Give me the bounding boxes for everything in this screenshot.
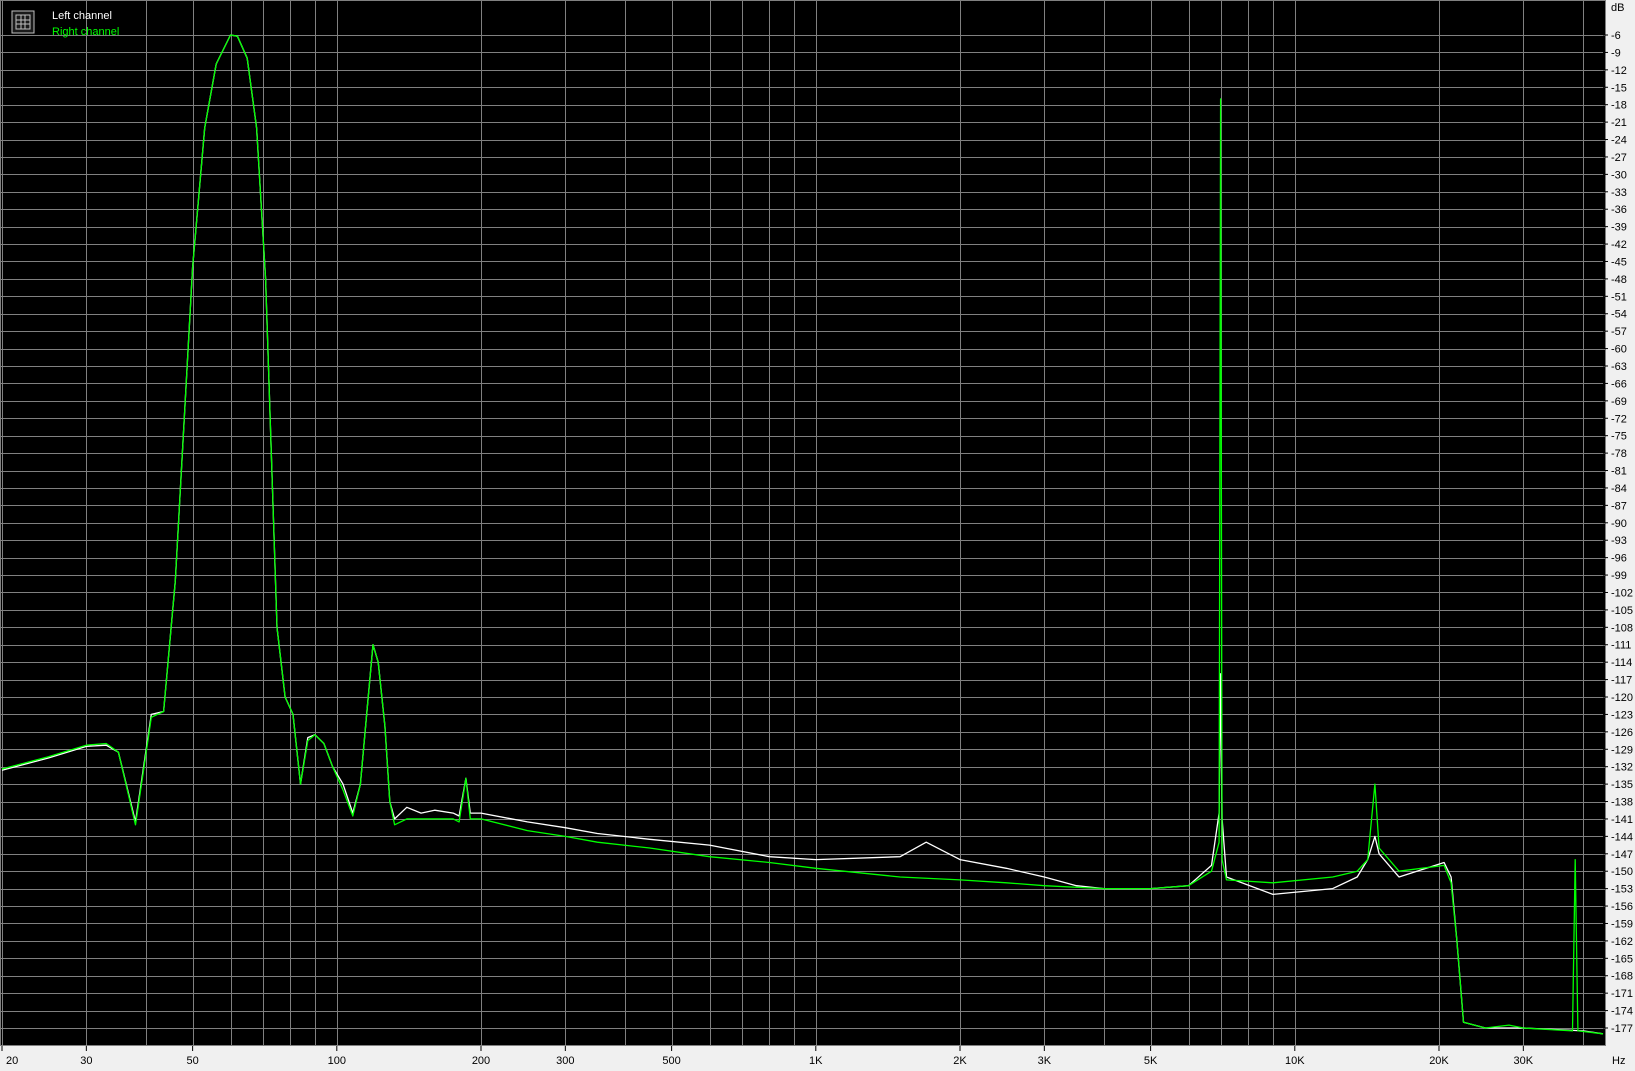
y-tick-label: -171 (1611, 988, 1633, 1000)
y-tick-label: -138 (1611, 797, 1633, 809)
y-tick-label: -108 (1611, 622, 1633, 634)
y-tick-label: -42 (1611, 239, 1627, 251)
y-tick-label: -54 (1611, 309, 1627, 321)
y-tick-label: -66 (1611, 378, 1627, 390)
y-tick-label: -75 (1611, 431, 1627, 443)
y-tick-label: -111 (1611, 640, 1631, 652)
x-tick-label: 50 (186, 1055, 198, 1067)
y-unit-label: dB (1611, 2, 1624, 14)
y-tick-label: -144 (1611, 831, 1633, 843)
x-tick-label: 100 (328, 1055, 346, 1067)
y-tick-label: -24 (1611, 135, 1627, 147)
x-tick-label: 3K (1038, 1055, 1052, 1067)
y-tick-label: -117 (1611, 675, 1632, 687)
y-tick-label: -168 (1611, 971, 1633, 983)
spectrum-chart: -6 -9 -12 -15 -18 -21 -24 -27 -30 -33 -36 -39 -42 -45… (0, 0, 1633, 1067)
y-tick-label: -150 (1611, 866, 1633, 878)
y-tick-label: -132 (1611, 762, 1633, 774)
y-tick-label: -9 (1611, 47, 1621, 59)
x-tick-label: 2K (953, 1055, 967, 1067)
x-tick-label: 200 (472, 1055, 490, 1067)
x-tick-label: 20K (1429, 1055, 1449, 1067)
y-tick-label: -15 (1611, 82, 1627, 94)
y-tick-label: -135 (1611, 779, 1633, 791)
x-unit-label: Hz (1612, 1055, 1625, 1067)
y-tick-label: -39 (1611, 222, 1627, 234)
y-tick-label: -123 (1611, 709, 1633, 721)
y-tick-label: -33 (1611, 187, 1627, 199)
x-tick-label: 30K (1514, 1055, 1534, 1067)
legend-entry-right-channel: Right channel (52, 26, 119, 38)
y-tick-label: -57 (1611, 326, 1627, 338)
x-tick-label: 500 (662, 1055, 680, 1067)
x-tick-label: 5K (1144, 1055, 1158, 1067)
x-axis: 20 30 50 100 200 300 500 1K 2K 3K 5K 10K 20K 30K (1, 1046, 1534, 1067)
y-tick-label: -69 (1611, 396, 1627, 408)
y-tick-label: -102 (1611, 587, 1633, 599)
y-tick-label: -48 (1611, 274, 1627, 286)
y-tick-label: -105 (1611, 605, 1633, 617)
x-tick-label: 300 (556, 1055, 574, 1067)
y-tick-label: -114 (1611, 657, 1632, 669)
y-tick-label: -51 (1611, 291, 1627, 303)
y-tick-label: -60 (1611, 344, 1627, 356)
x-tick-label: 20 (6, 1055, 18, 1067)
y-tick-label: -78 (1611, 448, 1627, 460)
y-tick-label: -129 (1611, 744, 1633, 756)
y-tick-label: -177 (1611, 1023, 1633, 1035)
y-tick-label: -12 (1611, 65, 1627, 77)
x-tick-label: 1K (809, 1055, 823, 1067)
y-tick-label: -81 (1611, 466, 1627, 478)
y-tick-label: -90 (1611, 518, 1627, 530)
legend-icon[interactable] (11, 10, 35, 34)
y-tick-label: -159 (1611, 918, 1633, 930)
y-tick-label: -99 (1611, 570, 1627, 582)
y-tick-label: -165 (1611, 953, 1633, 965)
y-tick-label: -84 (1611, 483, 1627, 495)
y-tick-label: -27 (1611, 152, 1627, 164)
y-axis: -6 -9 -12 -15 -18 -21 -24 -27 -30 -33 -36 -39 -42 -45… (1603, 30, 1633, 1035)
x-tick-label: 30 (80, 1055, 92, 1067)
y-tick-label: -21 (1611, 117, 1627, 129)
y-tick-label: -141 (1611, 814, 1633, 826)
y-tick-label: -174 (1611, 1006, 1633, 1018)
y-tick-label: -147 (1611, 849, 1633, 861)
y-tick-label: -162 (1611, 936, 1633, 948)
y-tick-label: -96 (1611, 553, 1627, 565)
y-tick-label: -63 (1611, 361, 1627, 373)
y-tick-label: -153 (1611, 884, 1633, 896)
y-tick-label: -93 (1611, 535, 1627, 547)
y-tick-label: -6 (1611, 30, 1621, 42)
y-tick-label: -45 (1611, 256, 1627, 268)
y-tick-label: -87 (1611, 500, 1627, 512)
y-tick-label: -156 (1611, 901, 1633, 913)
y-tick-label: -18 (1611, 100, 1627, 112)
y-tick-label: -72 (1611, 413, 1627, 425)
x-tick-label: 10K (1285, 1055, 1305, 1067)
y-tick-label: -120 (1611, 692, 1633, 704)
y-tick-label: -36 (1611, 204, 1627, 216)
legend-entry-left-channel: Left channel (52, 10, 112, 22)
y-tick-label: -126 (1611, 727, 1633, 739)
y-tick-label: -30 (1611, 169, 1627, 181)
